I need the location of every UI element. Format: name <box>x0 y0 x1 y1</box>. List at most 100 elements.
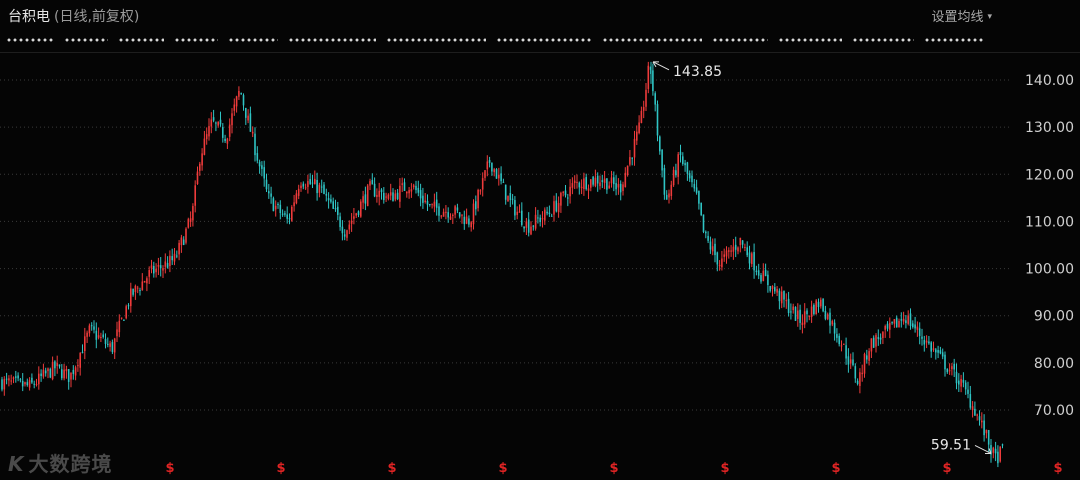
candle-body <box>327 198 330 201</box>
candle-body <box>948 370 951 372</box>
candle-body <box>668 193 670 198</box>
candle-body <box>905 320 907 324</box>
candle-body <box>35 384 38 386</box>
candle-body <box>215 122 217 124</box>
candle-body <box>741 240 744 245</box>
candle-body <box>389 192 392 196</box>
candle-body <box>116 329 118 337</box>
candle-body <box>716 252 719 265</box>
candle-body <box>532 225 535 227</box>
candle-body <box>509 193 512 201</box>
candle-body <box>705 231 707 234</box>
candle-body <box>316 180 318 194</box>
candle-body <box>104 338 107 344</box>
candle-body <box>153 265 155 274</box>
candle-body <box>447 212 449 218</box>
candle-body <box>790 311 792 313</box>
candle-body <box>449 216 452 220</box>
candle-body <box>693 183 696 189</box>
candle-body <box>744 247 746 249</box>
candle-body <box>585 177 587 190</box>
candle-body <box>530 226 532 235</box>
candle-body <box>417 187 420 193</box>
candle-body <box>831 321 834 325</box>
candle-body <box>932 348 935 350</box>
candle-body <box>557 203 560 213</box>
candle-body <box>300 185 302 189</box>
candle-body <box>51 361 54 380</box>
candle-body <box>958 380 960 385</box>
candle-body <box>985 429 988 434</box>
candle-body <box>675 170 677 176</box>
candle-body <box>925 340 928 343</box>
candle-body <box>240 93 242 95</box>
candle-body <box>553 201 555 215</box>
y-tick-label: 70.00 <box>1034 403 1074 419</box>
candle-body <box>937 350 939 353</box>
candle-body <box>454 206 456 215</box>
candle-body <box>212 117 215 121</box>
candle-body <box>169 255 171 267</box>
candle-body <box>438 206 440 216</box>
candle-body <box>495 169 498 179</box>
candle-body <box>100 337 102 339</box>
candle-body <box>364 194 367 204</box>
candle-body <box>155 268 157 273</box>
candle-body <box>210 119 213 127</box>
candle-body <box>870 338 873 352</box>
candle-body <box>601 180 604 183</box>
candle-body <box>928 341 930 344</box>
candle-body <box>74 367 77 376</box>
candle-body <box>511 198 514 200</box>
candle-body <box>109 343 111 347</box>
candle-body <box>362 196 364 203</box>
event-marker: $ <box>498 461 507 476</box>
candle-body <box>652 70 654 92</box>
candle-body <box>456 207 459 211</box>
candle-body <box>461 214 463 216</box>
candle-body <box>406 191 408 194</box>
candle-body <box>912 323 914 328</box>
candle-body <box>978 416 981 421</box>
candle-body <box>222 127 224 138</box>
candle-body <box>95 330 98 340</box>
candle-body <box>79 352 81 368</box>
candle-body <box>84 336 86 352</box>
candle-body <box>429 203 431 205</box>
candle-body <box>205 134 208 140</box>
candle-body <box>776 288 778 293</box>
candle-body <box>318 184 321 193</box>
candle-body <box>953 363 955 370</box>
candle-body <box>877 337 880 339</box>
candle-body <box>930 342 932 352</box>
candle-body <box>576 181 578 183</box>
candle-body <box>238 90 240 97</box>
low-price-label: 59.51 <box>931 437 971 453</box>
high-price-label: 143.85 <box>673 64 722 80</box>
candle-body <box>251 131 254 134</box>
candle-body <box>86 332 88 337</box>
candle-body <box>477 189 479 209</box>
candle-body <box>164 261 167 267</box>
candle-body <box>670 184 673 197</box>
candle-body <box>189 218 192 222</box>
candle-body <box>171 256 173 261</box>
candle-body <box>785 300 788 302</box>
candle-body <box>523 226 525 229</box>
candle-body <box>962 379 965 383</box>
candle-body <box>661 149 663 171</box>
candle-body <box>863 354 866 374</box>
candle-body <box>111 342 114 353</box>
candle-body <box>491 162 493 172</box>
candle-body <box>992 447 995 453</box>
y-tick-label: 90.00 <box>1034 309 1074 325</box>
candle-body <box>203 138 206 155</box>
candle-body <box>711 246 714 252</box>
candle-body <box>682 156 684 164</box>
candle-body <box>960 378 962 387</box>
candle-body <box>249 113 252 132</box>
candle-body <box>162 268 164 271</box>
candle-body <box>569 186 571 197</box>
candle-body <box>921 336 923 339</box>
candle-body <box>686 162 689 174</box>
